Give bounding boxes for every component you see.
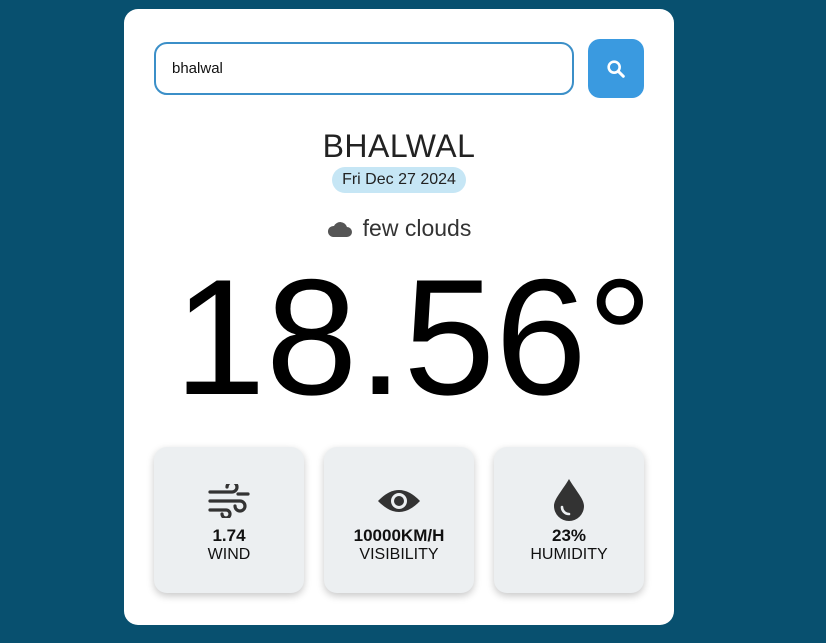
search-icon bbox=[605, 58, 627, 80]
wind-label: WIND bbox=[207, 546, 251, 563]
cloud-icon bbox=[327, 220, 353, 238]
humidity-card: 23% HUMIDITY bbox=[494, 447, 644, 593]
humidity-value: 23% bbox=[551, 526, 587, 545]
wind-value: 1.74 bbox=[212, 526, 246, 545]
droplet-icon bbox=[552, 478, 586, 522]
search-input[interactable] bbox=[154, 42, 574, 95]
wind-card: 1.74 WIND bbox=[154, 447, 304, 593]
visibility-value: 10000KM/H bbox=[353, 526, 445, 545]
weather-description: few clouds bbox=[362, 215, 472, 241]
weather-condition: few clouds bbox=[124, 215, 674, 242]
wind-icon bbox=[208, 484, 250, 518]
weather-card: BHALWAL Fri Dec 27 2024 few clouds 18.56… bbox=[124, 9, 674, 625]
humidity-label: HUMIDITY bbox=[530, 546, 608, 563]
visibility-label: VISIBILITY bbox=[359, 546, 439, 563]
temperature: 18.56° bbox=[174, 245, 653, 429]
eye-icon bbox=[376, 485, 422, 517]
date-badge: Fri Dec 27 2024 bbox=[332, 167, 466, 193]
city-name: BHALWAL bbox=[322, 128, 476, 164]
visibility-card: 10000KM/H VISIBILITY bbox=[324, 447, 474, 593]
search-button[interactable] bbox=[588, 39, 644, 98]
